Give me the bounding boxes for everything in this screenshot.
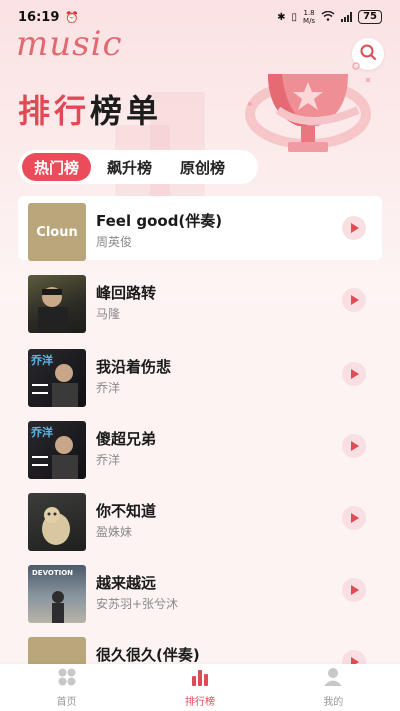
bottom-nav: 首页 排行榜 我的 <box>0 664 400 711</box>
net-speed-unit: M/s <box>303 17 316 25</box>
tab-hot[interactable]: 热门榜 <box>22 153 92 181</box>
vibrate-icon: ▯ <box>291 11 298 23</box>
song-row[interactable]: 你不知道 盈姝妹 <box>18 486 382 551</box>
play-icon <box>351 513 359 523</box>
song-title: 我沿着伤悲 <box>96 358 172 376</box>
album-cover <box>28 493 86 551</box>
play-button[interactable] <box>342 578 366 602</box>
grid-icon <box>57 667 77 691</box>
song-artist: 周英俊 <box>96 235 133 249</box>
play-icon <box>351 441 359 451</box>
song-row[interactable]: 乔洋 傻超兄弟 乔洋 <box>18 414 382 479</box>
tab-rising[interactable]: 飙升榜 <box>95 153 164 181</box>
album-cover: 乔洋 <box>28 349 86 407</box>
album-cover: Cloun <box>28 203 86 261</box>
wifi-icon <box>321 10 335 24</box>
cover-text: 乔洋 <box>31 354 53 367</box>
song-artist: 乔洋 <box>96 381 121 395</box>
song-title: 越来越远 <box>96 574 157 592</box>
play-button[interactable] <box>342 362 366 386</box>
page-title-part1: 排行 <box>18 92 91 130</box>
chart-tabs: 热门榜 飙升榜 原创榜 <box>18 150 258 184</box>
cover-text: 乔洋 <box>31 426 53 439</box>
song-row[interactable]: DEVOTION 越来越远 安苏羽+张兮沐 <box>18 558 382 623</box>
song-row[interactable]: 峰回路转 马隆 <box>18 268 382 333</box>
nav-charts[interactable]: 排行榜 <box>160 667 240 708</box>
cover-text: Cloun <box>36 224 78 240</box>
nav-home[interactable]: 首页 <box>27 667 107 708</box>
song-artist: 乔洋 <box>96 453 121 467</box>
trophy-illustration <box>238 54 398 174</box>
nav-profile[interactable]: 我的 <box>293 667 373 708</box>
net-speed: 1.8 M/s <box>303 9 315 25</box>
page-title-part2: 榜单 <box>90 92 163 130</box>
chart-bars-icon <box>190 667 210 691</box>
play-button[interactable] <box>342 216 366 240</box>
nav-charts-label: 排行榜 <box>184 697 215 708</box>
song-row[interactable]: 乔洋 我沿着伤悲 乔洋 <box>18 342 382 407</box>
play-button[interactable] <box>342 506 366 530</box>
play-icon <box>351 585 359 595</box>
app-logo: music <box>16 24 123 64</box>
play-icon <box>351 223 359 233</box>
nav-home-label: 首页 <box>56 697 77 708</box>
song-title: 很久很久(伴奏) <box>96 646 200 664</box>
tab-original[interactable]: 原创榜 <box>168 153 237 181</box>
alarm-icon: ⏰ <box>65 10 80 24</box>
play-button[interactable] <box>342 434 366 458</box>
song-title: 你不知道 <box>96 502 157 520</box>
battery-level: 75 <box>358 10 382 24</box>
song-title: Feel good(伴奏) <box>96 212 223 230</box>
play-button[interactable] <box>342 288 366 312</box>
play-icon <box>351 369 359 379</box>
page-title: 排行榜单 <box>18 86 162 132</box>
song-artist: 马隆 <box>96 307 121 321</box>
cover-text: DEVOTION <box>32 569 74 577</box>
net-speed-value: 1.8 <box>303 9 315 17</box>
song-title: 傻超兄弟 <box>96 430 157 448</box>
play-icon <box>351 295 359 305</box>
nav-profile-label: 我的 <box>323 697 344 708</box>
song-artist: 盈姝妹 <box>96 525 133 539</box>
status-time: 16:19 <box>18 9 60 25</box>
song-row[interactable]: Cloun Feel good(伴奏) 周英俊 <box>18 196 382 261</box>
song-artist: 安苏羽+张兮沐 <box>96 597 179 611</box>
bluetooth-icon: ✱ <box>277 11 286 23</box>
song-title: 峰回路转 <box>96 284 157 302</box>
album-cover: 乔洋 <box>28 421 86 479</box>
album-cover <box>28 275 86 333</box>
signal-icon <box>341 12 353 22</box>
user-icon <box>323 667 343 691</box>
album-cover: DEVOTION <box>28 565 86 623</box>
